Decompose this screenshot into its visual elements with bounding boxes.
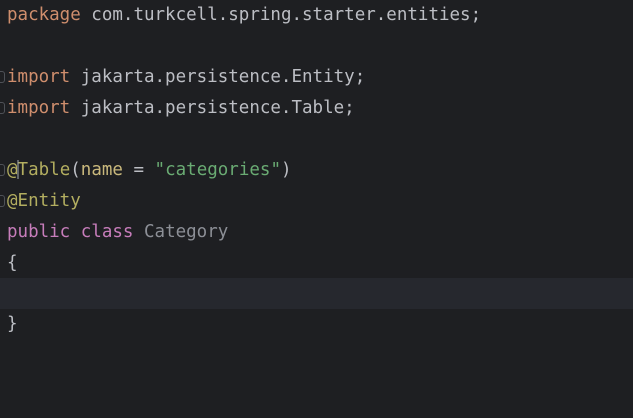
current-line-highlight (0, 278, 633, 309)
public-keyword: public (7, 222, 71, 242)
code-line-import-entity[interactable]: import jakarta.persistence.Entity; (7, 62, 365, 93)
fold-marker-icon[interactable] (0, 71, 5, 83)
package-name: com.turkcell.spring.starter.entities; (80, 5, 482, 25)
entity-annotation: @Entity (7, 191, 81, 211)
import-keyword: import (7, 67, 71, 87)
close-brace: } (7, 314, 18, 334)
fold-marker-icon[interactable] (0, 102, 5, 114)
code-line-open-brace[interactable]: { (7, 248, 18, 279)
code-line-table-annotation[interactable]: @Table(name = "categories") (7, 155, 292, 186)
open-brace: { (7, 253, 18, 273)
package-keyword: package (7, 5, 81, 25)
paren-close: ) (280, 160, 292, 180)
code-editor[interactable]: package com.turkcell.spring.starter.enti… (0, 0, 633, 418)
annotation-string-value: "categories" (154, 160, 281, 180)
fold-marker-icon[interactable] (0, 164, 5, 176)
class-keyword: class (80, 222, 134, 242)
code-line-entity-annotation[interactable]: @Entity (7, 186, 81, 217)
import-path: jakarta.persistence.Entity; (70, 67, 366, 87)
class-name: Category (144, 222, 229, 242)
code-line-package[interactable]: package com.turkcell.spring.starter.enti… (7, 0, 481, 31)
fold-marker-icon[interactable] (0, 195, 5, 207)
import-path: jakarta.persistence.Table; (70, 98, 355, 118)
code-line-import-table[interactable]: import jakarta.persistence.Table; (7, 93, 355, 124)
code-line-class-declaration[interactable]: public class Category (7, 217, 228, 248)
equals-sign: = (122, 160, 155, 180)
annotation-attribute: name (80, 160, 123, 180)
code-line-close-brace[interactable]: } (7, 309, 18, 340)
import-keyword: import (7, 98, 71, 118)
annotation-name: Table (17, 160, 71, 180)
paren-open: ( (70, 160, 81, 180)
